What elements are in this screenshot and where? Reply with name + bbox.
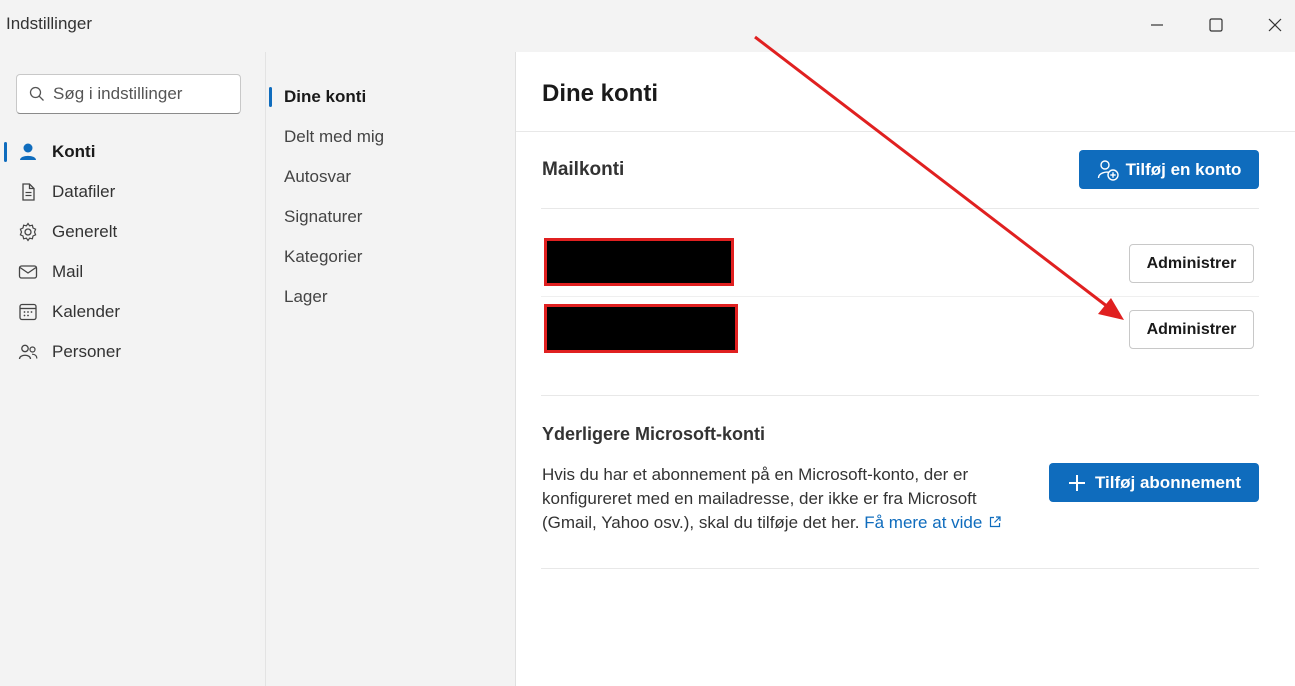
add-subscription-label: Tilføj abonnement bbox=[1094, 472, 1242, 492]
subnav-item-label: Kategorier bbox=[284, 247, 363, 266]
selection-indicator bbox=[4, 142, 7, 162]
mail-icon bbox=[18, 265, 38, 279]
subnav-item-label: Delt med mig bbox=[284, 127, 385, 146]
settings-content: Dine konti Mailkonti Tilføj en konto Adm… bbox=[516, 52, 1295, 686]
settings-category-nav: Konti Datafiler Generelt Mail Ka bbox=[0, 52, 266, 686]
divider bbox=[541, 568, 1259, 569]
subnav-item-dine-konti[interactable]: Dine konti bbox=[266, 77, 515, 117]
sidebar-item-label: Konti bbox=[52, 142, 96, 161]
sidebar-item-mail[interactable]: Mail bbox=[0, 252, 266, 292]
search-input[interactable] bbox=[53, 84, 233, 104]
subnav-item-signaturer[interactable]: Signaturer bbox=[266, 197, 515, 237]
close-button[interactable] bbox=[1246, 0, 1295, 50]
ms-accounts-description: Hvis du har et abonnement på en Microsof… bbox=[542, 463, 1012, 535]
redacted-account-email bbox=[544, 304, 738, 353]
divider bbox=[541, 395, 1259, 396]
sidebar-item-label: Mail bbox=[52, 262, 84, 281]
sidebar-item-datafiler[interactable]: Datafiler bbox=[0, 172, 266, 212]
sidebar-item-label: Kalender bbox=[52, 302, 121, 321]
mail-accounts-heading: Mailkonti bbox=[542, 159, 625, 180]
search-icon bbox=[29, 86, 44, 101]
calendar-icon bbox=[19, 303, 37, 321]
manage-account-button[interactable]: Administrer bbox=[1129, 310, 1254, 349]
sidebar-item-label: Datafiler bbox=[52, 182, 116, 201]
subnav-item-label: Autosvar bbox=[284, 167, 352, 186]
sidebar-item-konti[interactable]: Konti bbox=[0, 132, 266, 172]
title-bar: Indstillinger bbox=[0, 0, 1295, 52]
window-title: Indstillinger bbox=[6, 14, 92, 33]
minimize-button[interactable] bbox=[1128, 0, 1186, 50]
selection-indicator bbox=[269, 87, 272, 107]
page-title: Dine konti bbox=[542, 80, 659, 107]
subnav-item-label: Lager bbox=[284, 287, 328, 306]
plus-icon bbox=[1068, 474, 1085, 491]
sidebar-item-label: Personer bbox=[52, 342, 121, 361]
maximize-button[interactable] bbox=[1187, 0, 1245, 50]
sidebar-item-personer[interactable]: Personer bbox=[0, 332, 266, 372]
maximize-icon bbox=[1209, 18, 1223, 32]
learn-more-link[interactable]: Få mere at vide bbox=[864, 513, 1002, 532]
divider bbox=[541, 296, 1259, 297]
add-account-button[interactable]: Tilføj en konto bbox=[1079, 150, 1259, 189]
sidebar-item-label: Generelt bbox=[52, 222, 118, 241]
add-subscription-button[interactable]: Tilføj abonnement bbox=[1049, 463, 1259, 502]
subnav-item-label: Signaturer bbox=[284, 207, 363, 226]
divider bbox=[516, 131, 1295, 132]
person-icon bbox=[20, 143, 36, 160]
sidebar-item-generelt[interactable]: Generelt bbox=[0, 212, 266, 252]
people-icon bbox=[18, 344, 38, 360]
close-icon bbox=[1268, 18, 1282, 32]
minimize-icon bbox=[1151, 24, 1163, 26]
learn-more-label: Få mere at vide bbox=[864, 513, 983, 532]
subnav-item-delt-med-mig[interactable]: Delt med mig bbox=[266, 117, 515, 157]
external-link-icon bbox=[990, 516, 1001, 528]
accounts-subnav: Dine konti Delt med mig Autosvar Signatu… bbox=[266, 52, 516, 686]
add-person-icon bbox=[1097, 159, 1119, 181]
redacted-account-email bbox=[544, 238, 734, 286]
add-account-label: Tilføj en konto bbox=[1125, 159, 1242, 179]
search-box[interactable] bbox=[16, 74, 241, 114]
manage-account-button[interactable]: Administrer bbox=[1129, 244, 1254, 283]
document-icon bbox=[22, 183, 35, 201]
ms-accounts-heading: Yderligere Microsoft-konti bbox=[542, 424, 766, 444]
gear-icon bbox=[19, 222, 37, 242]
subnav-item-lager[interactable]: Lager bbox=[266, 277, 515, 317]
subnav-item-kategorier[interactable]: Kategorier bbox=[266, 237, 515, 277]
subnav-item-autosvar[interactable]: Autosvar bbox=[266, 157, 515, 197]
divider bbox=[541, 208, 1259, 209]
subnav-item-label: Dine konti bbox=[284, 87, 367, 106]
sidebar-item-kalender[interactable]: Kalender bbox=[0, 292, 266, 332]
